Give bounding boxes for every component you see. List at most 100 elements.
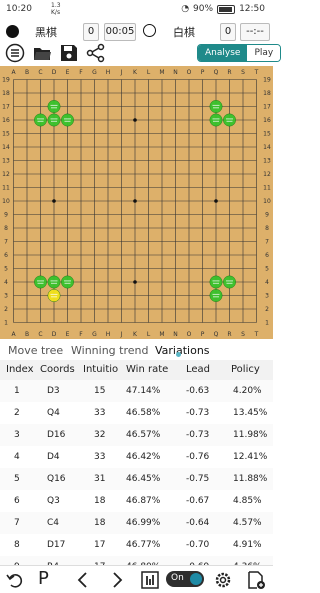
table-row[interactable]: 6 Q3 18 46.87% -0.67 4.85% (0, 490, 273, 512)
settings-gear-icon[interactable] (213, 570, 233, 590)
row-label-left: 16 (2, 117, 10, 124)
candidate-move-marker[interactable] (209, 289, 223, 302)
row-label-right: 6 (265, 252, 269, 259)
row-label-left: 5 (4, 266, 8, 273)
chart-icon[interactable] (140, 570, 160, 590)
column-label-top: L (147, 69, 151, 76)
analyse-button[interactable]: Analyse (198, 45, 248, 61)
column-label-top: B (25, 69, 29, 76)
candidate-stat-line (51, 282, 57, 284)
candidate-move-marker[interactable] (47, 100, 61, 113)
cell-policy: 4.57% (233, 518, 262, 528)
header-intuition: Intuitio (83, 364, 119, 375)
table-row[interactable]: 7 C4 18 46.99% -0.64 4.57% (0, 512, 273, 534)
column-label-top: E (66, 69, 70, 76)
new-game-icon[interactable] (246, 570, 266, 590)
candidate-move-marker[interactable] (209, 113, 223, 127)
cell-intuition: 18 (94, 518, 106, 528)
cell-policy: 4.36% (233, 556, 262, 565)
cell-coords: D16 (47, 430, 66, 440)
candidate-move-marker[interactable] (34, 275, 47, 289)
column-label-bottom: R (227, 331, 231, 338)
cell-policy: 11.98% (233, 430, 268, 440)
table-row[interactable]: 8 D17 17 46.77% -0.70 4.91% (0, 534, 273, 556)
table-row[interactable]: 2 Q4 33 46.58% -0.73 13.45% (0, 402, 273, 424)
column-label-top: R (227, 69, 231, 76)
status-right: ◔ 90% 12:50 (181, 4, 265, 14)
candidate-move-marker[interactable] (209, 100, 223, 113)
open-folder-icon[interactable] (32, 43, 52, 63)
candidate-move-marker[interactable] (209, 275, 223, 289)
wifi-icon: ◔ (181, 4, 190, 14)
candidate-stat-line (37, 120, 44, 122)
row-label-right: 18 (263, 90, 271, 97)
table-row[interactable]: 5 Q16 31 46.45% -0.75 11.88% (0, 468, 273, 490)
cell-win-rate: 46.80% (126, 556, 160, 565)
candidate-move-marker[interactable] (47, 275, 61, 289)
candidate-stat-line (213, 296, 219, 298)
toggle-label: On (171, 573, 184, 583)
next-move-icon[interactable] (107, 570, 127, 590)
network-speed: 1.3 K/s (51, 2, 61, 16)
row-label-right: 11 (263, 185, 271, 192)
cell-policy: 11.88% (233, 474, 268, 484)
cell-policy: 4.91% (233, 540, 262, 550)
column-label-top: H (106, 69, 111, 76)
row-label-right: 16 (263, 117, 271, 124)
cell-index: 6 (14, 496, 20, 506)
candidate-move-marker[interactable] (223, 113, 236, 127)
row-label-right: 9 (265, 212, 269, 219)
go-board[interactable]: A A B B C C D D E E F F G G H H J J K K L L M M N N O O P P Q Q R R S S T T 19… (0, 66, 273, 339)
previous-move-icon[interactable] (73, 570, 93, 590)
candidate-stat-line (51, 296, 57, 298)
candidate-move-marker[interactable] (47, 289, 61, 302)
candidate-stat-line (51, 120, 57, 122)
cell-lead: -0.64 (186, 518, 210, 528)
header-index: Index (6, 364, 34, 375)
cell-lead: -0.63 (186, 386, 210, 396)
tab-winning-trend[interactable]: Winning trend (71, 344, 148, 357)
column-label-bottom: D (52, 331, 57, 338)
column-label-bottom: H (106, 331, 111, 338)
share-icon[interactable] (86, 43, 106, 63)
play-button[interactable]: Play (247, 45, 281, 61)
column-label-top: A (11, 69, 16, 76)
cell-lead: -0.67 (186, 496, 210, 506)
candidate-move-marker[interactable] (223, 275, 236, 289)
candidate-stat-line (212, 104, 220, 106)
cell-lead: -0.73 (186, 408, 210, 418)
row-label-left: 3 (4, 293, 8, 300)
candidate-move-marker[interactable] (61, 113, 74, 127)
cell-index: 5 (14, 474, 20, 484)
candidate-move-marker[interactable] (61, 275, 74, 289)
cell-win-rate: 46.57% (126, 430, 161, 440)
cell-win-rate: 46.58% (126, 408, 161, 418)
analysis-toggle[interactable]: On (166, 571, 204, 587)
menu-icon[interactable] (5, 43, 25, 63)
table-row[interactable]: 4 D4 33 46.42% -0.76 12.41% (0, 446, 273, 468)
tab-move-tree[interactable]: Move tree (8, 344, 63, 357)
board-canvas[interactable]: AABBCCDDEEFFGGHHJJKKLLMMNNOOPPQQRRSSTT19… (0, 66, 273, 339)
candidate-stat-line (37, 118, 44, 120)
row-label-right: 2 (265, 306, 269, 313)
column-label-bottom: P (201, 331, 205, 338)
cell-index: 3 (14, 430, 20, 440)
table-row[interactable]: 1 D3 15 47.14% -0.63 4.20% (0, 380, 273, 402)
cell-lead: -0.69 (186, 556, 209, 565)
cell-intuition: 17 (94, 540, 106, 550)
pass-button[interactable]: P (38, 568, 49, 589)
candidate-move-marker[interactable] (34, 113, 47, 127)
table-body: 1 D3 15 47.14% -0.63 4.20% 2 Q4 33 46.58% -0.73 13.… (0, 380, 273, 565)
toolbar: Analyse Play (0, 41, 282, 65)
cell-coords: D4 (47, 452, 60, 462)
table-row[interactable]: 9 R4 17 46.80% -0.69 4.36% (0, 556, 273, 565)
row-label-right: 4 (265, 279, 269, 286)
column-label-bottom: N (173, 331, 178, 338)
candidate-move-marker[interactable] (47, 113, 61, 127)
save-icon[interactable] (59, 43, 79, 63)
tab-variations[interactable]: Variations (155, 344, 210, 357)
table-row[interactable]: 3 D16 32 46.57% -0.73 11.98% (0, 424, 273, 446)
candidate-stat-line (226, 120, 233, 122)
undo-icon[interactable] (5, 570, 25, 590)
column-label-top: G (92, 69, 97, 76)
